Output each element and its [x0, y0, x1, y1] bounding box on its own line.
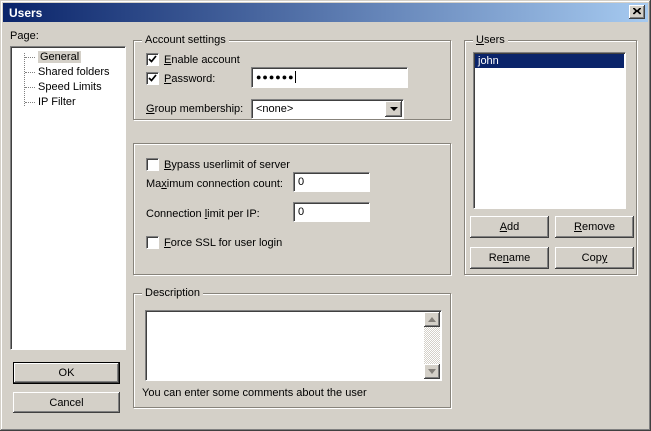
- remove-button-label: Remove: [574, 221, 615, 233]
- max-connections-label: Maximum connection count:: [146, 178, 283, 191]
- enable-account-label: Enable account: [164, 54, 240, 67]
- group-membership-value: <none>: [252, 100, 385, 118]
- scrollbar-track[interactable]: [424, 327, 440, 364]
- force-ssl-checkbox[interactable]: [146, 236, 159, 249]
- page-item-label: Shared folders: [38, 66, 110, 78]
- users-group: Users john Add Remove Rename Copy: [464, 40, 637, 275]
- users-listbox[interactable]: john: [473, 52, 626, 209]
- connection-limits-group: Bypass userlimit of server Maximum conne…: [133, 143, 451, 275]
- bypass-userlimit-label: Bypass userlimit of server: [164, 159, 290, 172]
- group-membership-select[interactable]: <none>: [251, 99, 404, 119]
- ip-limit-input[interactable]: 0: [293, 202, 370, 222]
- add-button-label: Add: [500, 221, 520, 233]
- bypass-userlimit-checkbox[interactable]: [146, 158, 159, 171]
- close-button[interactable]: [629, 5, 645, 19]
- page-item-ip-filter[interactable]: IP Filter: [11, 95, 125, 110]
- description-scrollbar[interactable]: [424, 312, 440, 379]
- scroll-up-button[interactable]: [424, 312, 440, 327]
- users-dialog-window: Users Page: General Shared folders Speed…: [0, 0, 651, 431]
- remove-user-button[interactable]: Remove: [555, 216, 634, 238]
- rename-user-button[interactable]: Rename: [470, 247, 549, 269]
- account-settings-legend: Account settings: [142, 34, 229, 47]
- chevron-down-icon: [390, 107, 398, 111]
- description-textarea[interactable]: [145, 310, 442, 381]
- page-panel-label: Page:: [10, 30, 39, 43]
- page-item-general[interactable]: General: [11, 50, 125, 65]
- description-hint: You can enter some comments about the us…: [142, 387, 367, 400]
- page-item-label: IP Filter: [38, 96, 76, 108]
- ip-limit-label: Connection limit per IP:: [146, 208, 260, 221]
- arrow-up-icon: [428, 317, 436, 322]
- page-item-label: General: [38, 51, 81, 63]
- page-item-speed-limits[interactable]: Speed Limits: [11, 80, 125, 95]
- force-ssl-label: Force SSL for user login: [164, 237, 282, 250]
- ok-button-label: OK: [59, 367, 75, 379]
- page-tree[interactable]: General Shared folders Speed Limits IP F…: [10, 46, 126, 350]
- max-connections-value: 0: [298, 176, 304, 188]
- titlebar[interactable]: Users: [3, 3, 648, 22]
- enable-account-checkbox[interactable]: [146, 53, 159, 66]
- combo-dropdown-button[interactable]: [385, 101, 402, 117]
- description-legend: Description: [142, 287, 203, 300]
- copy-button-label: Copy: [582, 252, 608, 264]
- copy-user-button[interactable]: Copy: [555, 247, 634, 269]
- password-masked-value: ●●●●●●: [256, 72, 295, 82]
- scroll-down-button[interactable]: [424, 364, 440, 379]
- page-item-label: Speed Limits: [38, 81, 102, 93]
- page-item-shared-folders[interactable]: Shared folders: [11, 65, 125, 80]
- ok-button[interactable]: OK: [13, 362, 120, 384]
- account-settings-group: Account settings Enable account Password…: [133, 40, 451, 120]
- checkmark-icon: [148, 55, 157, 67]
- password-input[interactable]: ●●●●●●: [251, 67, 408, 88]
- ip-limit-value: 0: [298, 206, 304, 218]
- password-checkbox[interactable]: [146, 72, 159, 85]
- add-user-button[interactable]: Add: [470, 216, 549, 238]
- user-list-item[interactable]: john: [475, 54, 624, 68]
- user-name: john: [478, 55, 499, 67]
- arrow-down-icon: [428, 369, 436, 374]
- checkmark-icon: [148, 74, 157, 86]
- max-connections-input[interactable]: 0: [293, 172, 370, 192]
- cancel-button-label: Cancel: [49, 397, 83, 409]
- description-group: Description You can enter some comments …: [133, 293, 451, 408]
- users-legend: Users: [473, 34, 508, 47]
- password-label: Password:: [164, 73, 215, 86]
- close-icon: [633, 6, 641, 18]
- window-title: Users: [9, 6, 42, 20]
- group-membership-label: Group membership:: [146, 103, 243, 116]
- cancel-button[interactable]: Cancel: [13, 392, 120, 413]
- rename-button-label: Rename: [489, 252, 531, 264]
